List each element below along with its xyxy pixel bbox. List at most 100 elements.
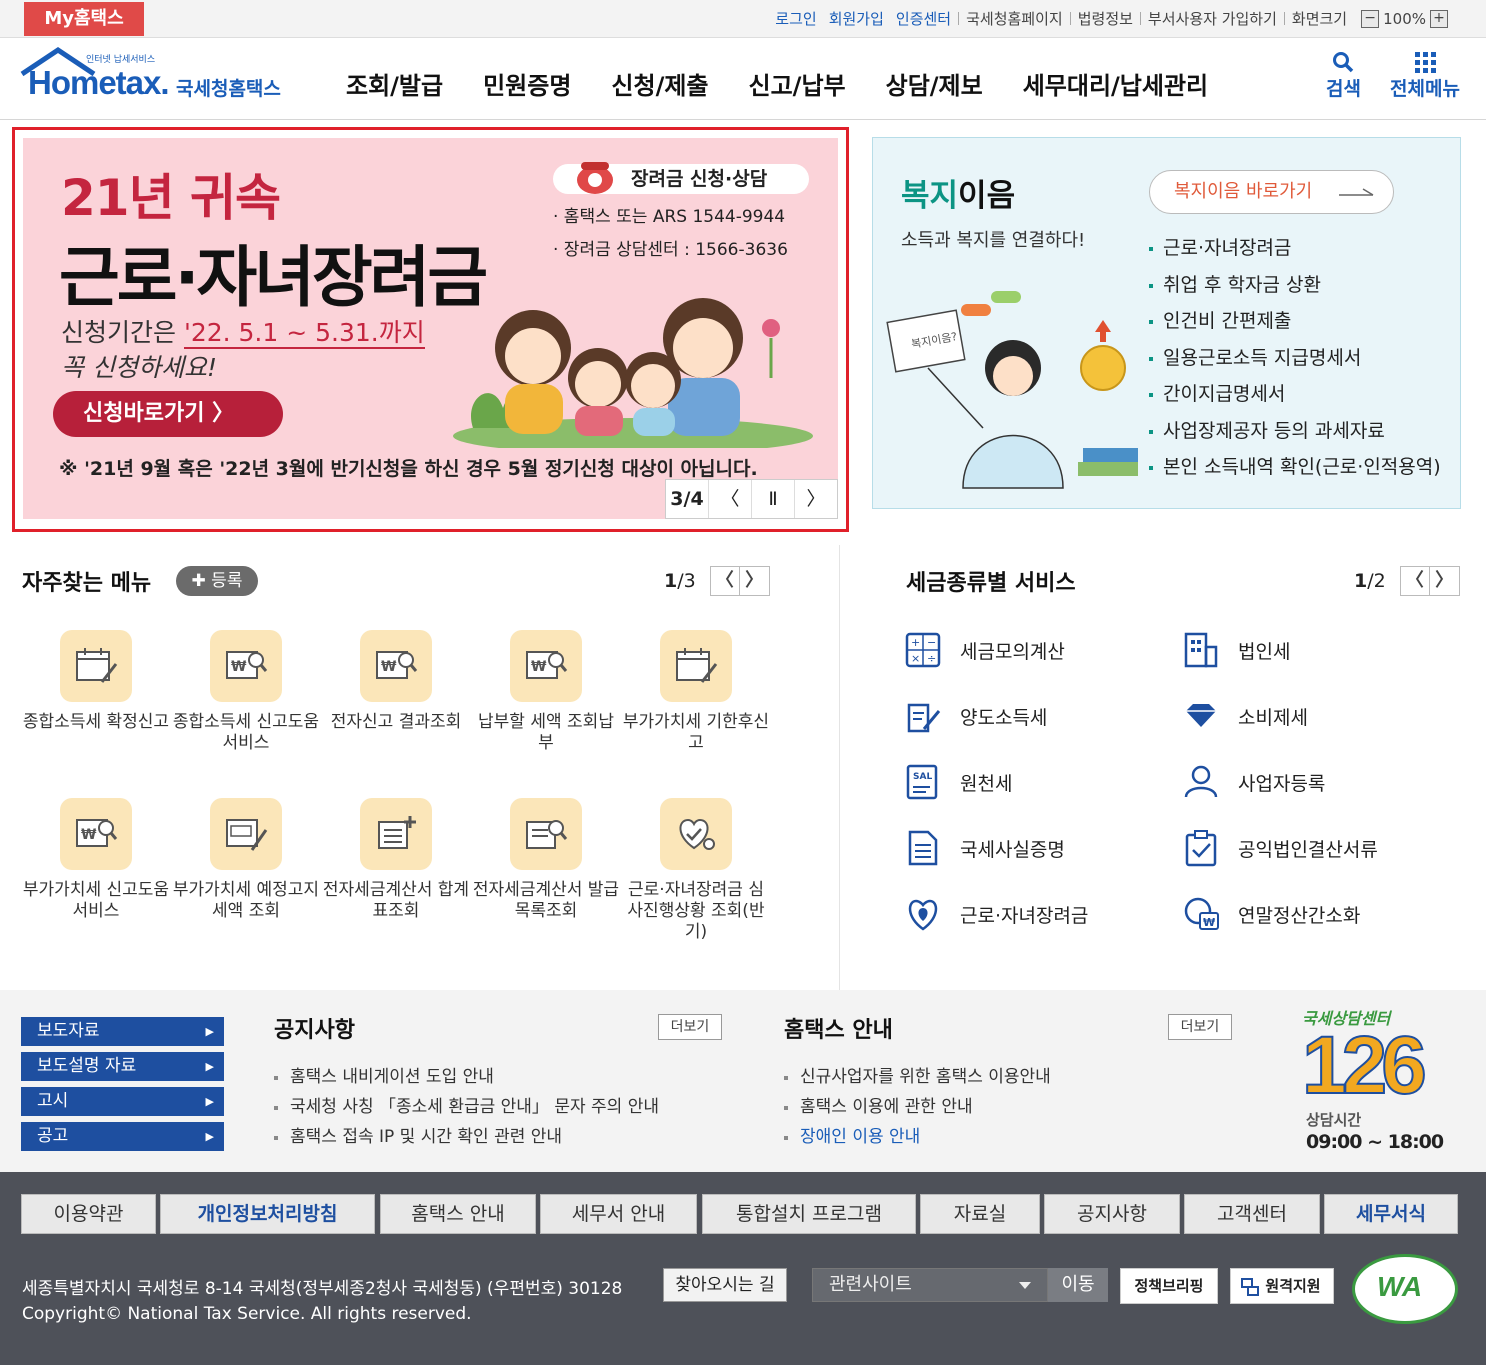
menu-inquiry[interactable]: 조회/발급 — [346, 66, 443, 101]
banner-pause-button[interactable]: Ⅱ — [752, 480, 795, 518]
footer-install-program-link[interactable]: 통합설치 프로그램 — [702, 1194, 916, 1234]
my-hometax-button[interactable]: My홈택스 — [24, 2, 144, 36]
footer-customer-center-link[interactable]: 고객센터 — [1184, 1194, 1320, 1234]
main-banner[interactable]: 21년 귀속 근로·자녀장려금 신청기간은 '22. 5.1 ~ 5.31.까지… — [23, 138, 838, 519]
welfare-go-button[interactable]: 복지이음 바로가기 — [1149, 170, 1394, 214]
favorites-prev-button[interactable]: 〈 — [709, 566, 740, 596]
welfare-item[interactable]: 일용근로소득 지급명세서 — [1149, 340, 1441, 377]
taxtype-item[interactable]: 사업자등록 — [1182, 762, 1325, 802]
notice-title: 공지사항 — [274, 1018, 355, 1043]
banner-title-year: 21년 귀속 — [61, 169, 281, 227]
taxtypes-prev-button[interactable]: 〈 — [1399, 566, 1430, 596]
welfare-item[interactable]: 사업장제공자 등의 과세자료 — [1149, 413, 1441, 450]
favorite-item[interactable]: 부가가치세 예정고지세액 조회 — [171, 798, 321, 922]
footer-notice-link[interactable]: 공지사항 — [1044, 1194, 1180, 1234]
favorite-item[interactable]: 종합소득세 확정신고 — [21, 630, 171, 733]
notice-item[interactable]: 홈택스 내비게이션 도입 안내 — [274, 1062, 659, 1092]
taxtype-item[interactable]: ₩ 연말정산간소화 — [1182, 894, 1360, 934]
footer-office-guide-link[interactable]: 세무서 안내 — [540, 1194, 697, 1234]
cert-center-link[interactable]: 인증센터 — [896, 8, 951, 29]
footer-terms-link[interactable]: 이용약관 — [21, 1194, 156, 1234]
directions-button[interactable]: 찾아오시는 길 — [663, 1268, 787, 1302]
policy-briefing-link[interactable]: 정책브리핑 — [1120, 1268, 1218, 1304]
notification-button[interactable]: 고시 — [21, 1087, 224, 1116]
guide-more-button[interactable]: 더보기 — [1168, 1014, 1232, 1040]
footer-privacy-link[interactable]: 개인정보처리방침 — [160, 1194, 375, 1234]
menu-filing[interactable]: 신고/납부 — [749, 66, 846, 101]
all-menu-button[interactable]: 전체메뉴 — [1390, 50, 1460, 101]
notice-item[interactable]: 홈택스 접속 IP 및 시간 확인 관련 안내 — [274, 1122, 659, 1152]
welfare-item[interactable]: 간이지급명세서 — [1149, 376, 1441, 413]
menu-application[interactable]: 신청/제출 — [611, 66, 708, 101]
signup-link[interactable]: 회원가입 — [829, 8, 884, 29]
welfare-item[interactable]: 본인 소득내역 확인(근로·인적용역) — [1149, 449, 1441, 486]
zoom-out-button[interactable]: − — [1361, 9, 1380, 28]
menu-consulting[interactable]: 상담/제보 — [886, 66, 983, 101]
taxtype-item[interactable]: 양도소득세 — [904, 696, 1047, 736]
favorite-item[interactable]: ₩ 전자신고 결과조회 — [321, 630, 471, 733]
favorite-label: 부가가치세 예정고지세액 조회 — [172, 880, 320, 921]
guide-item[interactable]: 신규사업자를 위한 홈택스 이용안내 — [784, 1062, 1051, 1092]
favorite-item[interactable]: 근로·자녀장려금 심사진행상황 조회(반기) — [621, 798, 771, 943]
favorite-item[interactable]: ₩ 종합소득세 신고도움 서비스 — [171, 630, 321, 754]
search-button[interactable]: 검색 — [1326, 50, 1361, 101]
svg-text:₩: ₩ — [381, 659, 397, 675]
favorite-item[interactable]: 전자세금계산서 발급목록조회 — [471, 798, 621, 922]
related-sites-go-button[interactable]: 이동 — [1048, 1268, 1108, 1302]
taxtype-item[interactable]: 소비제세 — [1182, 696, 1308, 736]
favorite-item[interactable]: 전자세금계산서 합계표조회 — [321, 798, 471, 922]
center-hours: 09:00 ~ 18:00 — [1306, 1131, 1444, 1153]
press-release-button[interactable]: 보도자료 — [21, 1017, 224, 1046]
menu-tax-agent[interactable]: 세무대리/납세관리 — [1023, 66, 1208, 101]
notice-item[interactable]: 국세청 사칭 「종소세 환급금 안내」 문자 주의 안내 — [274, 1092, 659, 1122]
banner-period: 신청기간은 '22. 5.1 ~ 5.31.까지 — [61, 313, 425, 349]
consult-center-126[interactable]: 국세상담센터 126 상담시간 09:00 ~ 18:00 — [1300, 1005, 1465, 1160]
taxtype-item[interactable]: SAL 원천세 — [904, 762, 1012, 802]
banner-prev-button[interactable]: 〈 — [709, 480, 752, 518]
favorite-item[interactable]: ₩ 납부할 세액 조회납부 — [471, 630, 621, 754]
footer-hometax-guide-link[interactable]: 홈택스 안내 — [380, 1194, 536, 1234]
welfare-list: 근로·자녀장려금 취업 후 학자금 상환 인건비 간편제출 일용근로소득 지급명… — [1149, 230, 1441, 486]
related-sites-select[interactable]: 관련사이트 — [812, 1268, 1048, 1302]
svg-text:₩: ₩ — [81, 827, 97, 843]
taxtype-item[interactable]: 법인세 — [1182, 630, 1290, 670]
welfare-item[interactable]: 근로·자녀장려금 — [1149, 230, 1441, 267]
welfare-title-rest: 이음 — [958, 178, 1016, 214]
divider — [839, 545, 840, 990]
favorite-item[interactable]: 부가가치세 기한후신고 — [621, 630, 771, 754]
taxtypes-next-button[interactable]: 〉 — [1429, 566, 1460, 596]
welfare-panel: 복지이음 소득과 복지를 연결하다! 복지이음 바로가기 복지이음? 근로·자녀… — [872, 137, 1461, 509]
banner-next-button[interactable]: 〉 — [795, 480, 837, 518]
taxtype-item[interactable]: 근로·자녀장려금 — [904, 894, 1088, 934]
salary-icon: SAL — [906, 764, 938, 800]
login-link[interactable]: 로그인 — [775, 8, 816, 29]
taxtype-item[interactable]: + − × ÷ 세금모의계산 — [904, 630, 1065, 670]
hometax-logo[interactable]: 인터넷 납세서비스 Hometax. 국세청홈택스 — [20, 46, 300, 110]
guide-item[interactable]: 홈택스 이용에 관한 안내 — [784, 1092, 1051, 1122]
announcement-button[interactable]: 공고 — [21, 1122, 224, 1151]
favorite-item[interactable]: ₩ 부가가치세 신고도움 서비스 — [21, 798, 171, 922]
zoom-in-button[interactable]: + — [1430, 9, 1448, 28]
favorite-label: 납부할 세액 조회납부 — [478, 712, 614, 753]
favorites-next-button[interactable]: 〉 — [739, 566, 770, 596]
taxtype-label: 사업자등록 — [1238, 772, 1326, 795]
welfare-item[interactable]: 취업 후 학자금 상환 — [1149, 267, 1441, 304]
guide-item[interactable]: 장애인 이용 안내 — [784, 1122, 1051, 1152]
banner-title: 근로·자녀장려금 — [59, 239, 488, 316]
taxtype-item[interactable]: 공익법인결산서류 — [1182, 828, 1378, 868]
footer-library-link[interactable]: 자료실 — [920, 1194, 1040, 1234]
menu-certificates[interactable]: 민원증명 — [483, 66, 571, 101]
press-explanation-button[interactable]: 보도설명 자료 — [21, 1052, 224, 1081]
taxtype-label: 소비제세 — [1238, 706, 1308, 729]
law-info-link[interactable]: 법령정보 — [1078, 8, 1133, 29]
footer-tax-forms-link[interactable]: 세무서식 — [1324, 1194, 1458, 1234]
global-navigation: 인터넷 납세서비스 Hometax. 국세청홈택스 조회/발급 민원증명 신청/… — [0, 38, 1486, 120]
apply-now-button[interactable]: 신청바로가기 〉 — [53, 391, 283, 437]
welfare-item[interactable]: 인건비 간편제출 — [1149, 303, 1441, 340]
dept-signup-link[interactable]: 부서사용자 가입하기 — [1148, 8, 1277, 29]
taxtype-item[interactable]: 국세사실증명 — [904, 828, 1065, 868]
remote-support-button[interactable]: 원격지원 — [1230, 1268, 1334, 1304]
nts-homepage-link[interactable]: 국세청홈페이지 — [966, 8, 1063, 29]
notice-more-button[interactable]: 더보기 — [658, 1014, 722, 1040]
add-favorite-button[interactable]: ✚ 등록 — [176, 566, 258, 596]
